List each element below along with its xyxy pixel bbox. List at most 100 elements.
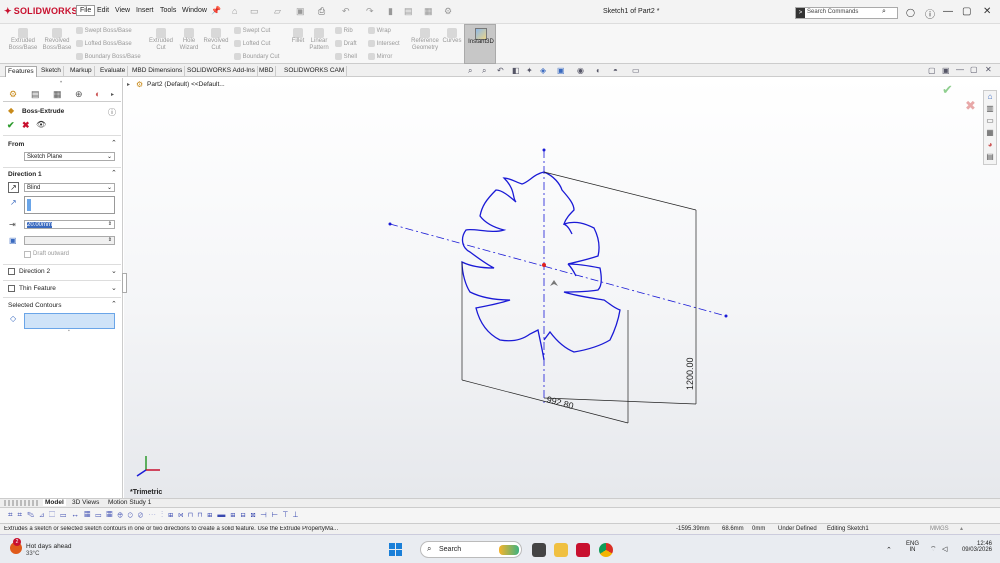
direction2-checkbox[interactable] (8, 268, 15, 275)
tab-motion-study[interactable]: Motion Study 1 (108, 499, 151, 506)
reverse-direction-icon[interactable]: ↗ (8, 182, 19, 193)
resize-handle[interactable]: ▪ (68, 328, 70, 334)
intersect-button[interactable]: Intersect (368, 40, 400, 47)
home-icon[interactable]: ⌂ (232, 6, 237, 16)
draft-angle-input[interactable]: ⇕ (24, 236, 115, 245)
menu-insert[interactable]: Insert (136, 7, 154, 14)
maximize-icon[interactable]: ▢ (962, 6, 971, 17)
dimxpert-manager-icon[interactable]: ⊕ (75, 89, 83, 100)
draft-toggle-icon[interactable]: ▣ (9, 236, 17, 245)
fillet-button[interactable]: Fillet (288, 28, 308, 45)
wifi-icon[interactable]: ⌔ (930, 545, 937, 554)
display-manager-icon[interactable]: ◐ (95, 89, 100, 99)
help-icon[interactable]: ⓘ (925, 6, 935, 21)
confirm-corner-cancel-icon[interactable]: ✖ (965, 98, 976, 114)
view-orientation-icon[interactable]: ◈ (540, 66, 546, 75)
thin-feature-checkbox[interactable] (8, 285, 15, 292)
tab-evaluate[interactable]: Evaluate (98, 66, 129, 77)
lofted-boss-button[interactable]: Lofted Boss/Base (76, 40, 132, 47)
sketch-tool-icons[interactable]: ⌗⌗✎⊿⬚▭↔▦▭▦⊕⊙⊘⋯⋮⊞⋈⊓⊓⊞▬⊞⊟⊠⊣⊢⊤⊥ (8, 510, 508, 522)
tab-features[interactable]: Features (5, 66, 37, 77)
rib-button[interactable]: Rib (335, 27, 353, 34)
new-document-icon[interactable]: ▭ (250, 6, 259, 17)
rebuild-icon[interactable]: ▤ (404, 6, 413, 17)
wrap-button[interactable]: Wrap (368, 27, 391, 34)
sketch-canvas[interactable]: 992.80 1200.00 (124, 78, 1000, 498)
curves-button[interactable]: Curves (441, 28, 463, 45)
menu-view[interactable]: View (115, 7, 130, 14)
menu-window[interactable]: Window (182, 7, 207, 14)
taskbar-search[interactable]: ⌕ Search (420, 541, 522, 558)
ok-check-icon[interactable]: ✔ (7, 120, 15, 131)
weather-title[interactable]: Hot days ahead (26, 543, 72, 550)
doc-maximize-icon[interactable]: ▢ (970, 65, 978, 74)
confirm-corner-check-icon[interactable]: ✔ (942, 82, 953, 98)
file-explorer-icon[interactable]: ▭ (984, 115, 996, 127)
view-palette-icon[interactable]: ▦ (984, 127, 996, 139)
graphics-area[interactable]: ▸ ⚙ Part2 (Default) <<Default... 992.80 … (122, 78, 1000, 498)
appearances-icon[interactable]: ◕ (984, 139, 996, 151)
file-properties-icon[interactable]: ▦ (424, 6, 433, 17)
boundary-cut-button[interactable]: Boundary Cut (234, 53, 279, 60)
solidworks-logo[interactable]: ✦ SOLIDWORKS (4, 6, 78, 17)
task-view-icon[interactable] (532, 543, 546, 557)
file-explorer-taskbar-icon[interactable] (554, 543, 568, 557)
tab-mbd[interactable]: MBD (257, 66, 277, 77)
tab-solidworks-addins[interactable]: SOLIDWORKS Add-Ins (185, 66, 258, 77)
direction-vector-input[interactable] (24, 196, 115, 214)
redo-icon[interactable]: ↷ (366, 6, 374, 17)
menu-edit[interactable]: Edit (97, 7, 109, 14)
search-commands-box[interactable]: > Search Commands ⌕ (795, 7, 898, 19)
edit-appearance-icon[interactable]: ◐ (596, 66, 601, 75)
tab-sketch[interactable]: Sketch (39, 66, 64, 77)
tab-3d-views[interactable]: 3D Views (72, 499, 99, 506)
boundary-boss-button[interactable]: Boundary Boss/Base (76, 53, 141, 60)
draft-button[interactable]: Draft (335, 40, 357, 47)
depth-input[interactable]: 20.00mm ⇕ (24, 220, 115, 229)
preview-eye-icon[interactable]: 👁 (36, 120, 46, 129)
hole-wizard-button[interactable]: Hole Wizard (175, 28, 203, 52)
configuration-manager-icon[interactable]: ▦ (53, 89, 62, 100)
extruded-cut-button[interactable]: Extruded Cut (147, 28, 175, 52)
thin-feature-expand-icon[interactable]: ⌄ (111, 284, 117, 292)
feature-manager-icon[interactable]: ⚙ (9, 89, 17, 100)
more-tabs-icon[interactable]: ▸ (111, 91, 114, 98)
dynamic-annotation-icon[interactable]: ✦ (526, 66, 533, 75)
search-icon[interactable]: ⌕ (882, 8, 886, 16)
instant3d-button[interactable]: Instant3D (464, 24, 496, 64)
help-circle-icon[interactable]: ⓘ (108, 107, 116, 118)
chrome-taskbar-icon[interactable] (599, 543, 613, 557)
from-collapse-icon[interactable]: ⌃ (111, 139, 117, 147)
from-select[interactable]: Sketch Plane ⌄ (24, 152, 115, 161)
user-icon[interactable]: ◯ (906, 8, 915, 17)
apply-scene-icon[interactable]: ◓ (613, 66, 618, 75)
draft-outward-checkbox[interactable] (24, 251, 31, 258)
linear-pattern-button[interactable]: Linear Pattern (308, 28, 330, 52)
pin-icon[interactable]: 📌 (211, 6, 221, 15)
unit-system[interactable]: MMGS (930, 526, 949, 532)
cancel-x-icon[interactable]: ✖ (22, 120, 30, 131)
end-condition-select[interactable]: Blind ⌄ (24, 183, 115, 192)
section-view-icon[interactable]: ◧ (512, 66, 520, 75)
tab-markup[interactable]: Markup (68, 66, 95, 77)
select-icon[interactable]: ▮ (388, 6, 393, 17)
revolved-boss-button[interactable]: Revolved Boss/Base (42, 28, 72, 52)
status-info-icon[interactable]: ▴ (960, 525, 963, 532)
direction2-expand-icon[interactable]: ⌄ (111, 267, 117, 275)
mirror-button[interactable]: Mirror (368, 53, 392, 60)
property-manager-icon[interactable]: ▤ (31, 89, 40, 100)
undo-icon[interactable]: ↶ (342, 6, 350, 17)
previous-view-icon[interactable]: ↶ (497, 66, 504, 75)
search-input[interactable]: Search Commands (807, 9, 858, 15)
tab-mbd-dimensions[interactable]: MBD Dimensions (130, 66, 186, 77)
direction1-collapse-icon[interactable]: ⌃ (111, 169, 117, 177)
save-icon[interactable]: ▣ (296, 6, 305, 17)
height-dimension-text[interactable]: 1200.00 (685, 357, 695, 390)
minimize-icon[interactable]: — (943, 6, 953, 17)
doc-minimize-icon[interactable]: — (956, 65, 964, 74)
selected-contours-collapse-icon[interactable]: ⌃ (111, 300, 117, 308)
custom-properties-icon[interactable]: ▤ (984, 151, 996, 163)
extruded-boss-button[interactable]: Extruded Boss/Base (8, 28, 38, 52)
tab-solidworks-cam[interactable]: SOLIDWORKS CAM (282, 66, 348, 77)
open-icon[interactable]: ▱ (274, 6, 281, 17)
